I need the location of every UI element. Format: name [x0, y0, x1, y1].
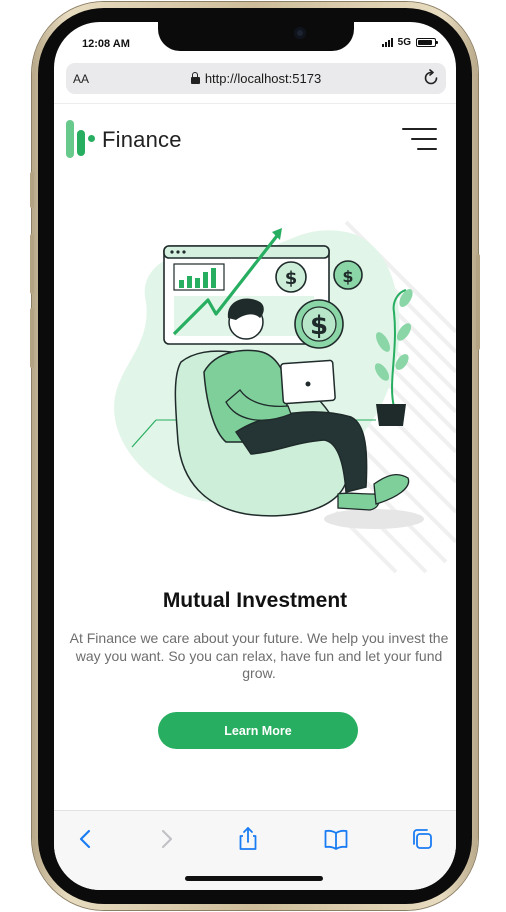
power-button [476, 254, 480, 350]
svg-text:$: $ [310, 311, 328, 341]
url-text: http://localhost:5173 [204, 71, 322, 86]
front-camera [294, 27, 306, 39]
learn-more-button[interactable]: Learn More [158, 712, 358, 749]
svg-text:$: $ [285, 268, 298, 289]
tabs-icon[interactable] [408, 825, 436, 853]
reload-icon[interactable] [422, 69, 440, 87]
back-icon[interactable] [72, 825, 100, 853]
bookmarks-icon[interactable] [322, 825, 350, 853]
svg-text:$: $ [342, 267, 353, 286]
silent-switch [30, 172, 34, 208]
lock-icon [190, 72, 200, 84]
status-indicators: 5G [381, 37, 438, 48]
hero-title: Mutual Investment [162, 589, 348, 612]
notch [158, 22, 354, 51]
signal-icon [381, 38, 393, 47]
logo-mark-icon [66, 120, 96, 160]
home-indicator[interactable] [185, 876, 323, 881]
volume-up-button [30, 234, 34, 294]
url-display[interactable]: http://localhost:5173 [66, 71, 446, 86]
network-label: 5G [397, 37, 411, 48]
status-time: 12:08 AM [82, 38, 130, 50]
forward-icon[interactable] [152, 825, 180, 853]
investment-illustration: $ $ $ [114, 220, 456, 574]
volume-down-button [30, 308, 34, 368]
address-divider [54, 103, 456, 104]
brand-logo[interactable]: Finance [66, 120, 182, 160]
battery-icon [416, 38, 438, 47]
menu-icon[interactable] [402, 128, 437, 150]
phone-screen: 12:08 AM 5G AA http://localhost:5173 Fin… [54, 22, 456, 890]
share-icon[interactable] [234, 825, 262, 853]
hero-description: At Finance we care about your future. We… [69, 630, 449, 681]
logo-text: Finance [102, 127, 182, 152]
address-bar[interactable]: AA http://localhost:5173 [66, 63, 446, 94]
